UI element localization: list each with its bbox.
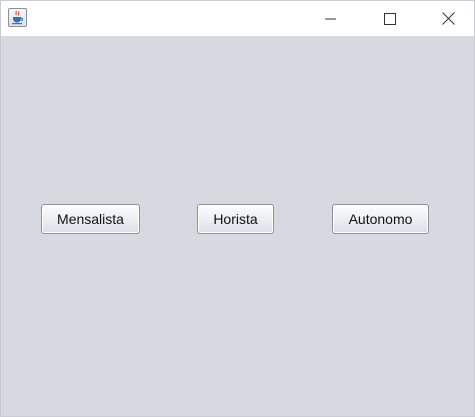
maximize-icon (384, 12, 396, 25)
autonomo-button[interactable]: Autonomo (332, 204, 429, 234)
application-window: Mensalista Horista Autonomo (0, 0, 475, 417)
minimize-icon (325, 18, 336, 19)
close-icon (441, 12, 455, 25)
horista-button[interactable]: Horista (197, 204, 274, 234)
java-cup-icon[interactable] (8, 8, 27, 27)
title-bar[interactable] (1, 1, 474, 36)
mensalista-button[interactable]: Mensalista (41, 204, 140, 234)
maximize-button[interactable] (367, 1, 413, 36)
minimize-button[interactable] (308, 1, 354, 36)
content-panel: Mensalista Horista Autonomo (1, 36, 474, 416)
close-button[interactable] (425, 1, 471, 36)
